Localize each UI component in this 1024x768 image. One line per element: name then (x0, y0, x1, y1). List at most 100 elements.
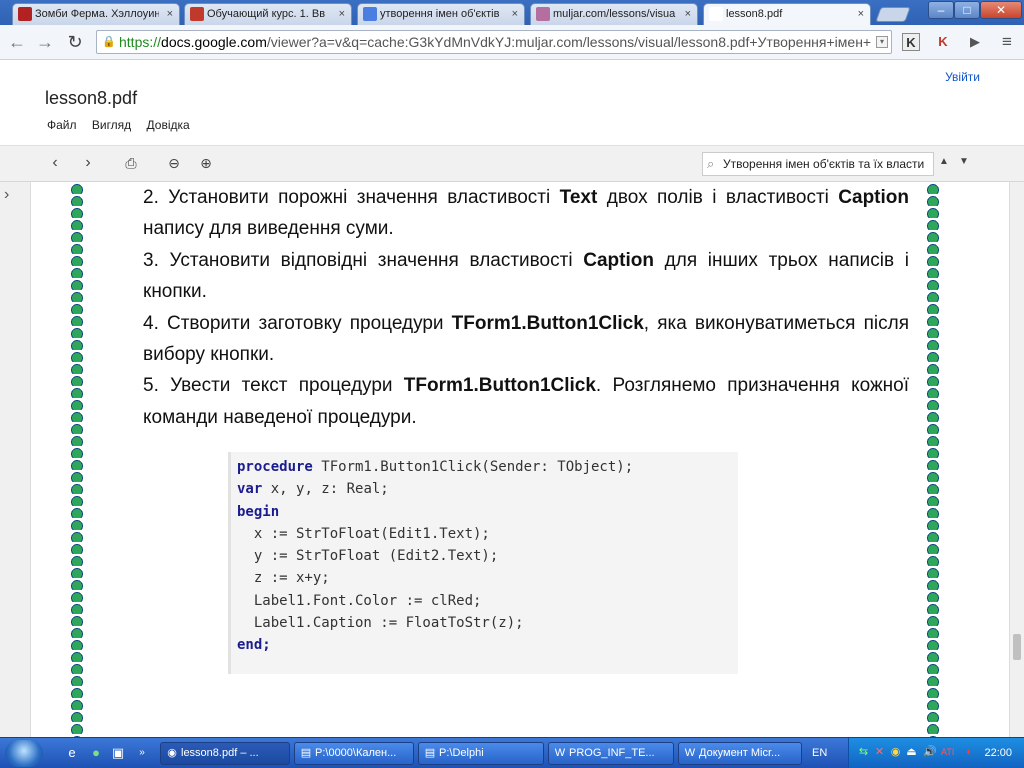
tab-label: Обучающий курс. 1. Вв (207, 8, 326, 20)
tab-label: lesson8.pdf (726, 8, 783, 20)
code-keyword: var (237, 481, 263, 498)
taskbar-button[interactable]: W PROG_INF_TE... (548, 742, 674, 765)
code-line: begin (237, 501, 738, 523)
minimize-button[interactable]: – (928, 1, 954, 19)
code-keyword: end; (237, 637, 271, 654)
code-line: z := x+y; (237, 567, 738, 589)
taskbar-button-label: PROG_INF_TE... (569, 747, 655, 759)
start-button[interactable] (5, 740, 43, 767)
lock-icon: 🔒 (102, 36, 116, 48)
folder-icon: ▤ (300, 747, 312, 759)
ati-icon[interactable]: ATI (941, 746, 954, 759)
lesson-paragraph: 4. Створити заготовку процедури TForm1.B… (143, 308, 909, 371)
course-favicon (190, 7, 204, 21)
word-icon: W (684, 747, 696, 759)
power-icon[interactable]: ◐ (963, 746, 976, 759)
print-icon[interactable]: ⎙ (120, 152, 142, 174)
bookmark-star-icon[interactable]: ▾ (876, 36, 888, 48)
antivirus-icon[interactable]: ✕ (873, 746, 886, 759)
security-icon[interactable]: ◉ (889, 746, 902, 759)
avatar-favicon (536, 7, 550, 21)
prev-page-icon[interactable]: ‹ (44, 152, 66, 174)
tab-close-icon[interactable]: × (167, 4, 173, 24)
search-prev-icon[interactable]: ▲ (939, 156, 949, 167)
code-line: y := StrToFloat (Edit2.Text); (237, 545, 738, 567)
url-scheme: https:// (119, 34, 162, 50)
show-desktop-icon[interactable]: ▣ (110, 745, 126, 761)
code-keyword: begin (237, 503, 280, 520)
reload-icon[interactable]: ↻ (64, 31, 86, 53)
menu-view[interactable]: Вигляд (92, 118, 131, 132)
new-tab-button[interactable] (875, 7, 911, 22)
windows-taskbar: e ● ▣ » ◉ lesson8.pdf – ... ▤ P:\0000\Кален… (0, 737, 1024, 768)
code-line: Label1.Caption := FloatToStr(z); (237, 612, 738, 634)
bold-term: TForm1.Button1Click (451, 312, 644, 334)
lesson-paragraph: 5. Увести текст процедури TForm1.Button1… (143, 370, 909, 433)
next-page-icon[interactable]: › (77, 152, 99, 174)
tab-1[interactable]: Обучающий курс. 1. Вв × (184, 3, 352, 25)
document-search-input[interactable]: ⌕ Утворення імен об'єктів та їх власти (702, 152, 934, 176)
signin-link[interactable]: Увійти (945, 70, 980, 84)
taskbar-button[interactable]: ◉ lesson8.pdf – ... (160, 742, 290, 765)
forward-icon[interactable]: → (34, 31, 56, 53)
taskbar-button-label: Документ Micr... (699, 747, 781, 759)
code-text: x, y, z: Real; (262, 481, 389, 498)
sidebar-toggle-icon[interactable]: › (4, 186, 9, 204)
menu-file[interactable]: Файл (47, 118, 77, 132)
browser-toolbar: ← → ↻ 🔒 https://docs.google.com/viewer?a=… (0, 25, 1024, 60)
zoom-in-icon[interactable]: ⊕ (195, 152, 217, 174)
decorative-border-right (925, 182, 941, 737)
lesson-text: 2. Установити порожні значення властивос… (143, 182, 909, 433)
text-run: 3. Установити відповідні значення власти… (143, 249, 584, 271)
tab-close-icon[interactable]: × (512, 4, 518, 24)
word-icon: W (554, 747, 566, 759)
bold-term: Caption (838, 187, 909, 208)
pdf-viewer: › 2. Установити порожні значення властив… (0, 182, 1024, 737)
menu-icon[interactable]: ≡ (998, 33, 1016, 51)
text-run: 4. Створити заготовку процедури (143, 312, 452, 334)
menu-help[interactable]: Довідка (147, 118, 190, 132)
internet-explorer-icon[interactable]: e (64, 745, 80, 761)
tab-3[interactable]: muljar.com/lessons/visua × (530, 3, 698, 25)
tab-label: muljar.com/lessons/visua (553, 8, 676, 20)
tab-strip: Зомби Ферма. Хэллоуин × Обучающий курс. 1.… (0, 0, 1024, 25)
language-indicator[interactable]: EN (812, 747, 827, 759)
volume-icon[interactable]: 🔊 (923, 746, 937, 759)
close-window-button[interactable]: ✕ (980, 1, 1022, 19)
code-text: y := StrToFloat (Edit2.Text); (237, 548, 499, 565)
taskbar-button[interactable]: ▤ P:\Delphi (418, 742, 544, 765)
tab-close-icon[interactable]: × (339, 4, 345, 24)
zoom-out-icon[interactable]: ⊖ (163, 152, 185, 174)
taskbar-button[interactable]: ▤ P:\0000\Кален... (294, 742, 414, 765)
quicklaunch-more-icon[interactable]: » (134, 745, 150, 761)
network-icon[interactable]: ⇆ (857, 746, 870, 759)
lesson-paragraph: 3. Установити відповідні значення власти… (143, 245, 909, 308)
taskbar-button[interactable]: W Документ Micr... (678, 742, 802, 765)
maximize-button[interactable]: □ (954, 1, 980, 19)
document-favicon (709, 7, 723, 21)
code-text: TForm1.Button1Click(Sender: TObject); (312, 459, 634, 475)
scrollbar-thumb[interactable] (1013, 634, 1021, 660)
search-icon: ⌕ (707, 156, 715, 171)
extension-k-icon[interactable]: K (902, 33, 920, 51)
bold-term: Caption (583, 249, 654, 271)
url-domain: docs.google.com (161, 34, 267, 50)
docs-menu-bar: Файл Вигляд Довідка (47, 118, 202, 132)
tab-close-icon[interactable]: × (685, 4, 691, 24)
code-text: x := StrToFloat(Edit1.Text); (237, 525, 490, 542)
tab-2[interactable]: утворення імен об'єктів × (357, 3, 525, 25)
extension-play-icon[interactable]: ▶ (966, 33, 984, 51)
tab-0[interactable]: Зомби Ферма. Хэллоуин × (12, 3, 180, 25)
code-text: Label1.Caption := FloatToStr(z); (237, 615, 524, 632)
address-bar[interactable]: 🔒 https://docs.google.com/viewer?a=v&q=ca… (96, 30, 892, 54)
usb-icon[interactable]: ⏏ (905, 746, 918, 759)
vertical-scrollbar[interactable] (1010, 182, 1024, 737)
tab-label: Зомби Ферма. Хэллоуин (35, 8, 159, 20)
quicklaunch-app-icon[interactable]: ● (88, 745, 104, 761)
extension-k-red-icon[interactable]: K (934, 33, 952, 51)
tab-close-icon[interactable]: × (858, 4, 864, 24)
back-icon[interactable]: ← (6, 31, 28, 53)
search-next-icon[interactable]: ▼ (959, 156, 969, 167)
tab-4[interactable]: lesson8.pdf × (703, 3, 871, 25)
chrome-icon: ◉ (167, 747, 177, 759)
